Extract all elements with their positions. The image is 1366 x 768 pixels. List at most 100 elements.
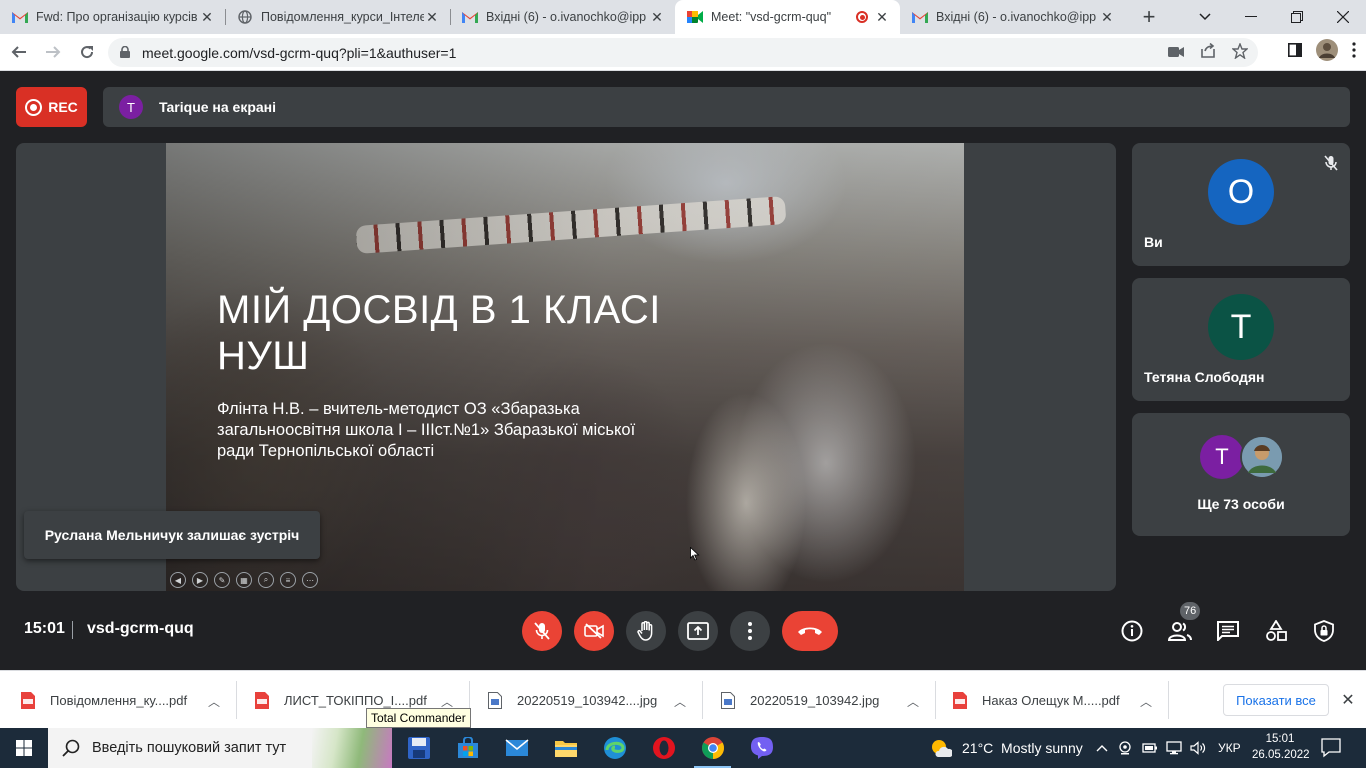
subtitles-icon[interactable]: ≡ (280, 572, 296, 588)
restore-icon[interactable] (1274, 0, 1320, 34)
prev-slide-icon[interactable]: ◀ (170, 572, 186, 588)
slide-title: МІЙ ДОСВІД В 1 КЛАСІ НУШ (217, 288, 661, 378)
star-icon[interactable] (1231, 42, 1249, 62)
file-explorer-icon[interactable] (541, 728, 590, 768)
leave-call-button[interactable] (782, 611, 838, 651)
tab-meet[interactable]: Meet: "vsd-gcrm-quq" ✕ (675, 0, 900, 34)
camera-toggle-button[interactable] (574, 611, 614, 651)
search-highlight-image (312, 728, 392, 768)
host-controls-icon[interactable] (1312, 619, 1336, 643)
window-close-icon[interactable] (1320, 0, 1366, 34)
close-icon[interactable]: ✕ (424, 9, 440, 25)
forward-icon[interactable] (38, 37, 68, 67)
windows-start-icon[interactable] (0, 728, 48, 768)
search-placeholder: Введіть пошуковий запит тут (92, 740, 287, 756)
leave-notification: Руслана Мельничук залишає зустріч (24, 511, 320, 559)
chrome-icon[interactable] (688, 728, 737, 768)
download-item[interactable]: Наказ Олещук М.....pdf ︿ (932, 671, 1168, 729)
close-icon[interactable]: ✕ (1338, 690, 1358, 710)
battery-icon[interactable] (1142, 728, 1158, 768)
camera-icon[interactable] (1168, 45, 1184, 61)
slides-grid-icon[interactable]: ▦ (236, 572, 252, 588)
zoom-icon[interactable]: ⌕ (258, 572, 274, 588)
meeting-details-icon[interactable] (1120, 619, 1144, 643)
mail-icon[interactable] (492, 728, 541, 768)
gmail-icon (912, 9, 928, 25)
meeting-code: vsd-gcrm-quq (87, 620, 194, 637)
lock-icon[interactable] (120, 45, 130, 61)
pdf-file-icon (20, 691, 36, 709)
tab-title: Вхідні (6) - o.ivanochko@ipp (936, 10, 1097, 24)
image-file-icon (720, 691, 736, 709)
close-icon[interactable]: ✕ (874, 9, 890, 25)
tab-gmail-fwd[interactable]: Fwd: Про організацію курсів ✕ (0, 0, 225, 34)
taskbar-search-box[interactable]: Введіть пошуковий запит тут (48, 728, 392, 768)
store-icon[interactable] (443, 728, 492, 768)
notifications-icon[interactable] (1320, 736, 1342, 763)
more-vert-icon (748, 622, 752, 640)
download-item[interactable]: 20220519_103942....jpg ︿ (467, 671, 702, 729)
new-tab-button[interactable]: + (1135, 0, 1163, 34)
network-icon[interactable] (1166, 728, 1182, 768)
camera-off-icon (584, 623, 604, 639)
raise-hand-button[interactable] (626, 611, 666, 651)
present-now-button[interactable] (678, 611, 718, 651)
participant-tile-self[interactable]: О Ви (1132, 143, 1350, 266)
webcam-tray-icon[interactable] (1118, 728, 1132, 768)
profile-avatar[interactable] (1316, 39, 1338, 66)
side-panel-icon[interactable] (1288, 43, 1302, 62)
download-filename: 20220519_103942....jpg (517, 692, 658, 708)
reload-icon[interactable] (72, 37, 102, 67)
activities-icon[interactable] (1264, 619, 1288, 643)
close-icon[interactable]: ✕ (1099, 9, 1115, 25)
tab-povidomlennia[interactable]: Повідомлення_курси_Інтеле ✕ (225, 0, 450, 34)
show-all-downloads-button[interactable]: Показати все (1223, 684, 1329, 716)
close-icon[interactable]: ✕ (199, 9, 215, 25)
chat-icon[interactable] (1216, 619, 1240, 643)
download-item[interactable]: Повідомлення_ку....pdf ︿ (0, 671, 236, 729)
chevron-up-icon[interactable]: ︿ (208, 693, 220, 710)
microphone-toggle-button[interactable] (522, 611, 562, 651)
people-icon[interactable] (1168, 619, 1192, 643)
language-indicator[interactable]: УКР (1218, 728, 1241, 768)
back-icon[interactable] (4, 37, 34, 67)
menu-icon[interactable] (1352, 42, 1356, 63)
chevron-up-icon[interactable]: ︿ (1140, 693, 1152, 710)
address-bar[interactable]: meet.google.com/vsd-gcrm-quq?pli=1&authu… (108, 38, 1258, 67)
record-icon (25, 98, 43, 116)
participant-tile-more[interactable]: Т Ще 73 особи (1132, 413, 1350, 536)
participant-tile-tetiana[interactable]: Т Тетяна Слободян (1132, 278, 1350, 401)
image-file-icon (487, 691, 503, 709)
close-icon[interactable]: ✕ (649, 9, 665, 25)
edge-icon[interactable] (590, 728, 639, 768)
tab-title: Повідомлення_курси_Інтеле (261, 10, 424, 24)
share-icon[interactable] (1200, 42, 1216, 62)
mic-off-icon (534, 622, 550, 640)
minimize-icon[interactable] (1228, 0, 1274, 34)
weather-widget[interactable]: 21°C Mostly sunny (930, 728, 1083, 768)
taskbar-clock[interactable]: 15:01 26.05.2022 (1252, 731, 1310, 763)
show-hidden-icons-icon[interactable] (1096, 728, 1108, 768)
download-item[interactable]: 20220519_103942.jpg ︿ (700, 671, 935, 729)
viber-icon[interactable] (737, 728, 786, 768)
more-icon[interactable]: ⋯ (302, 572, 318, 588)
next-slide-icon[interactable]: ▶ (192, 572, 208, 588)
more-options-button[interactable] (730, 611, 770, 651)
toolbar-right (1288, 38, 1356, 67)
slide-subtitle: Флінта Н.В. – вчитель-методист ОЗ «Збара… (217, 400, 636, 460)
tab-gmail-inbox[interactable]: Вхідні (6) - o.ivanochko@ipp ✕ (450, 0, 675, 34)
save-app-icon[interactable] (394, 728, 443, 768)
opera-icon[interactable] (639, 728, 688, 768)
clock-time: 15:01 (1265, 733, 1295, 745)
recording-button[interactable]: REC (16, 87, 87, 127)
participant-avatar: Т (1208, 294, 1274, 360)
pen-icon[interactable]: ✎ (214, 572, 230, 588)
tab-gmail-inbox-2[interactable]: Вхідні (6) - o.ivanochko@ipp ✕ (900, 0, 1125, 34)
tab-search-icon[interactable] (1182, 0, 1228, 34)
windows-taskbar: Введіть пошуковий запит тут 21°C Mostly … (0, 728, 1366, 768)
participant-photo (1240, 435, 1284, 479)
volume-icon[interactable] (1190, 728, 1206, 768)
participants-count-badge: 76 (1180, 602, 1201, 620)
chevron-up-icon[interactable]: ︿ (907, 693, 919, 710)
chevron-up-icon[interactable]: ︿ (674, 693, 686, 710)
